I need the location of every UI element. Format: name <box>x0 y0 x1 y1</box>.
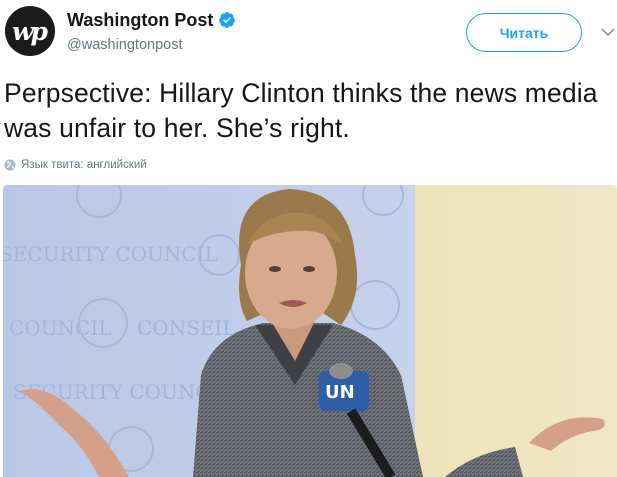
avatar-logo-text: wp <box>11 16 48 46</box>
avatar[interactable]: wp <box>5 6 55 56</box>
display-name[interactable]: Washington Post <box>67 10 213 31</box>
backdrop-text: CONSEIL <box>137 316 236 340</box>
display-name-row: Washington Post <box>67 9 236 31</box>
tweet-language-text[interactable]: Язык твита: английский <box>21 159 147 171</box>
account-names[interactable]: Washington Post @washingtonpost <box>67 9 236 53</box>
backdrop-text: COUNCIL <box>9 316 112 340</box>
backdrop-text: SECURITY COUNCIL <box>3 242 218 266</box>
chevron-down-icon[interactable] <box>600 24 616 40</box>
follow-button[interactable]: Читать <box>466 13 582 52</box>
tweet-text: Perpsective: Hillary Clinton thinks the … <box>4 78 598 143</box>
tweet-header: wp Washington Post @washingtonpost Читат… <box>0 0 617 70</box>
tweet-language-row: Язык твита: английский <box>4 158 147 172</box>
tweet-photo[interactable]: SECURITY COUNCIL COUNCIL CONSEIL SECURIT… <box>3 185 617 477</box>
account-handle[interactable]: @washingtonpost <box>67 37 236 53</box>
photo-illustration: SECURITY COUNCIL COUNCIL CONSEIL SECURIT… <box>3 185 617 477</box>
globe-icon <box>4 159 16 171</box>
verified-badge-icon <box>219 12 236 28</box>
microphone-label: UN <box>325 382 355 403</box>
